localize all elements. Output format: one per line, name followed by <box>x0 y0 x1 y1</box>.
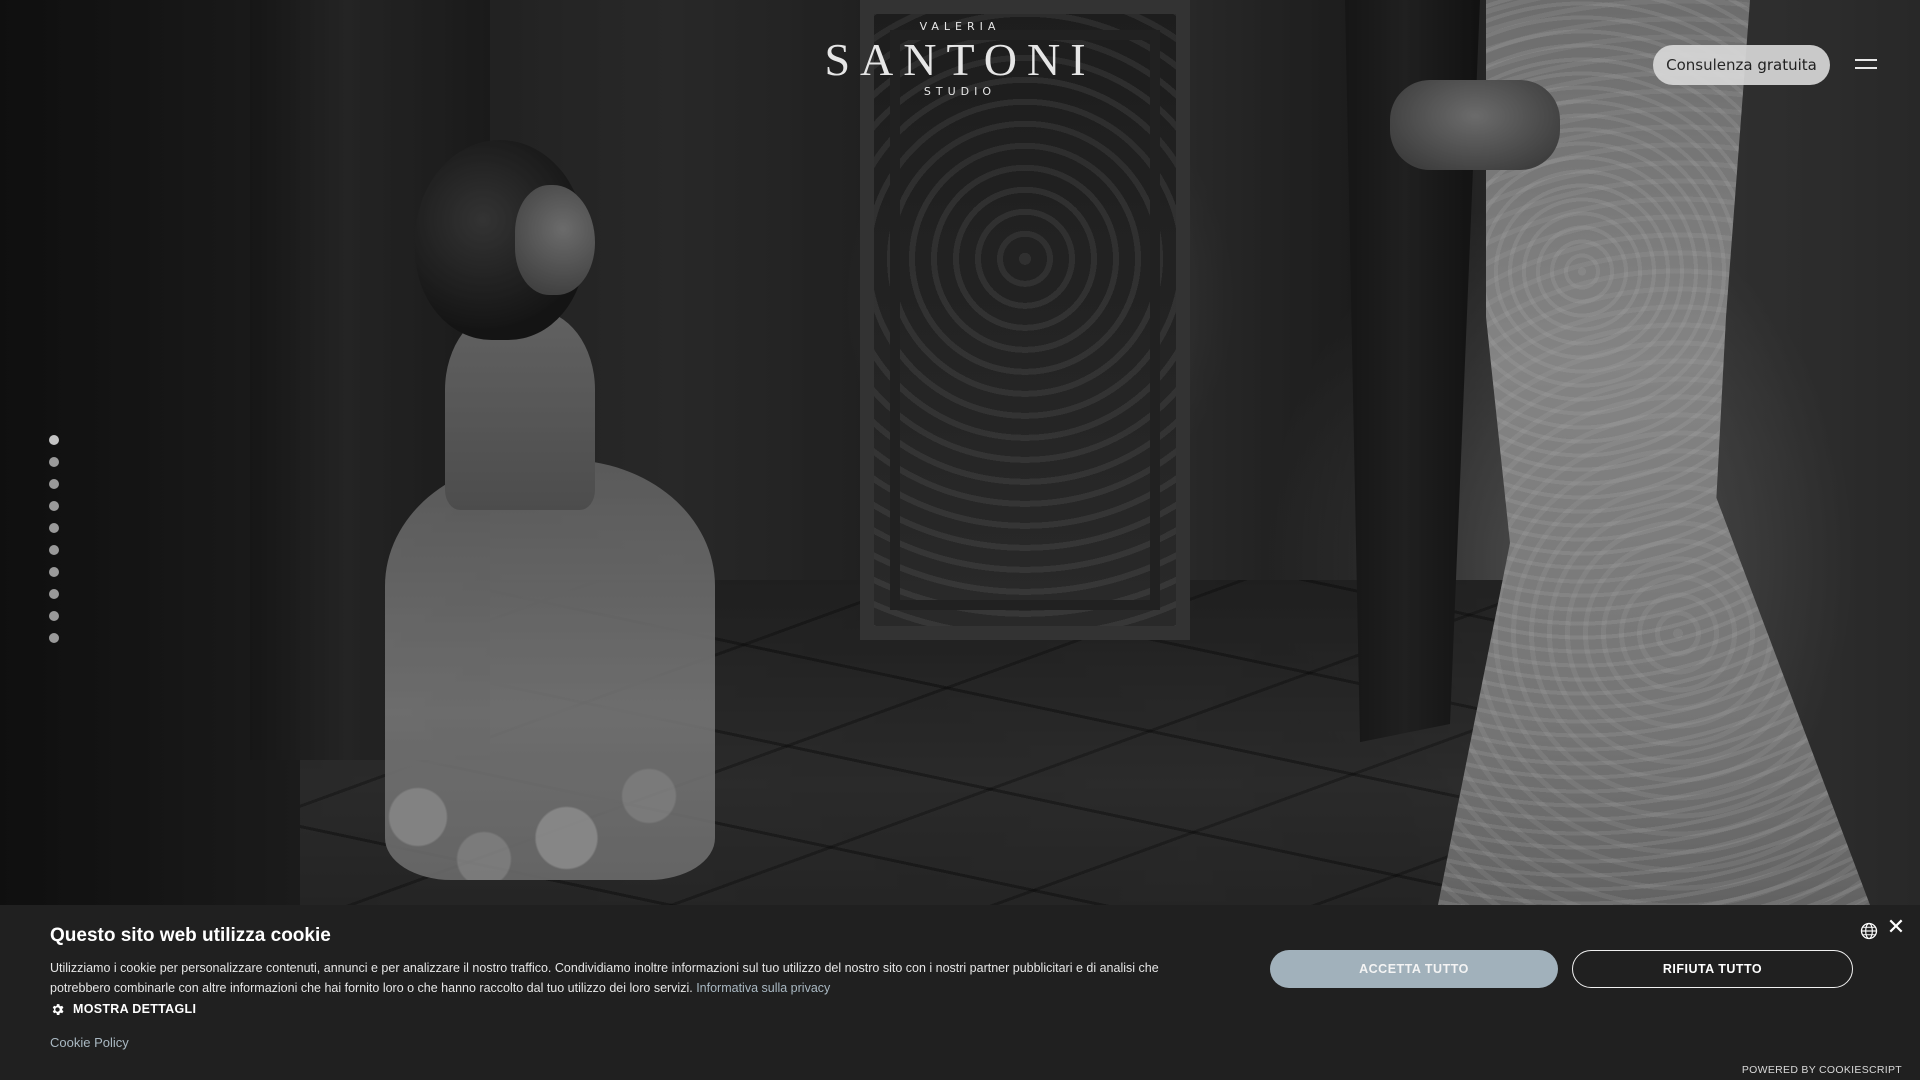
privacy-policy-link[interactable]: Informativa sulla privacy <box>696 981 830 995</box>
menu-line <box>1855 67 1877 69</box>
globe-icon[interactable] <box>1859 921 1879 941</box>
slide-dot-6[interactable] <box>49 545 59 555</box>
hero-image <box>0 0 1920 905</box>
powered-by-text: POWERED BY COOKIESCRIPT <box>1741 1064 1902 1076</box>
slide-dot-8[interactable] <box>49 589 59 599</box>
reject-all-button[interactable]: RIFIUTA TUTTO <box>1572 950 1853 988</box>
accept-all-button[interactable]: ACCETTA TUTTO <box>1270 950 1558 988</box>
cookie-banner: Questo sito web utilizza cookie Utilizzi… <box>0 905 1920 1080</box>
cookie-text: Utilizziamo i cookie per personalizzare … <box>50 961 1159 995</box>
cookie-title: Questo sito web utilizza cookie <box>50 925 331 946</box>
slide-dot-2[interactable] <box>49 457 59 467</box>
slide-dot-4[interactable] <box>49 501 59 511</box>
logo-main-text: SANTONI <box>824 34 1096 85</box>
hamburger-menu-icon[interactable] <box>1855 56 1883 74</box>
logo-bottom-text: STUDIO <box>923 85 997 98</box>
logo-top-text: VALERIA <box>919 20 1001 33</box>
slide-dot-5[interactable] <box>49 523 59 533</box>
close-icon[interactable]: ✕ <box>1886 916 1906 938</box>
slide-dot-1[interactable] <box>49 435 59 445</box>
cookie-policy-link[interactable]: Cookie Policy <box>50 1035 129 1050</box>
slide-dot-3[interactable] <box>49 479 59 489</box>
show-details-toggle[interactable]: MOSTRA DETTAGLI <box>50 1000 196 1018</box>
show-details-label: MOSTRA DETTAGLI <box>73 1002 197 1016</box>
hero-overlay <box>0 0 1920 905</box>
slide-dot-9[interactable] <box>49 611 59 621</box>
free-consultation-button[interactable]: Consulenza gratuita <box>1653 45 1830 85</box>
slide-dot-10[interactable] <box>49 633 59 643</box>
gear-icon <box>52 1003 64 1015</box>
cookie-description: Utilizziamo i cookie per personalizzare … <box>50 958 1190 998</box>
site-logo[interactable]: VALERIA SANTONI STUDIO <box>820 20 1100 110</box>
menu-line <box>1855 59 1877 61</box>
slide-dot-7[interactable] <box>49 567 59 577</box>
